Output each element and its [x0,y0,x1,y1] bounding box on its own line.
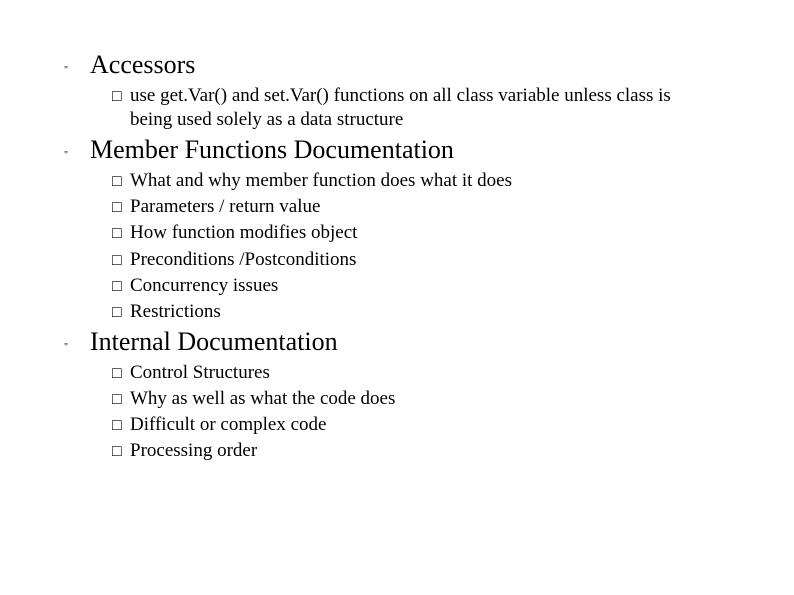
item-text: Control Structures [130,362,270,383]
section-header: " Internal Documentation [60,327,734,357]
section-title: Accessors [90,50,195,80]
item-text: Preconditions /Postconditions [130,249,356,270]
list-item: □Processing order [112,439,714,463]
item-text: Difficult or complex code [130,414,326,435]
item-text: Restrictions [130,301,221,322]
checkbox-icon: □ [112,277,130,297]
checkbox-icon: □ [112,442,130,462]
list-item: □use get.Var() and set.Var() functions o… [112,84,714,133]
section-accessors: " Accessors □use get.Var() and set.Var()… [60,50,734,133]
section-body: □What and why member function does what … [60,169,734,325]
item-text: Why as well as what the code does [130,388,395,409]
item-text: How function modifies object [130,222,357,243]
bullet-marker: " [60,332,90,353]
list-item: □Preconditions /Postconditions [112,248,714,272]
bullet-marker: " [60,140,90,161]
section-header: " Accessors [60,50,734,80]
checkbox-icon: □ [112,251,130,271]
checkbox-icon: □ [112,416,130,436]
item-text: Processing order [130,440,257,461]
checkbox-icon: □ [112,364,130,384]
checkbox-icon: □ [112,390,130,410]
checkbox-icon: □ [112,303,130,323]
list-item: □Difficult or complex code [112,413,714,437]
list-item: □Restrictions [112,300,714,324]
section-body: □use get.Var() and set.Var() functions o… [60,84,734,133]
list-item: □Why as well as what the code does [112,387,714,411]
section-internal-documentation: " Internal Documentation □Control Struct… [60,327,734,464]
item-text: use get.Var() and set.Var() functions on… [130,85,671,130]
item-text: What and why member function does what i… [130,170,512,191]
section-body: □Control Structures □Why as well as what… [60,361,734,464]
list-item: □How function modifies object [112,221,714,245]
bullet-marker: " [60,55,90,76]
section-header: " Member Functions Documentation [60,135,734,165]
checkbox-icon: □ [112,198,130,218]
checkbox-icon: □ [112,87,130,107]
section-member-functions: " Member Functions Documentation □What a… [60,135,734,325]
section-title: Internal Documentation [90,327,338,357]
item-text: Concurrency issues [130,275,278,296]
list-item: □Parameters / return value [112,195,714,219]
list-item: □What and why member function does what … [112,169,714,193]
section-title: Member Functions Documentation [90,135,454,165]
item-text: Parameters / return value [130,196,320,217]
list-item: □Control Structures [112,361,714,385]
list-item: □Concurrency issues [112,274,714,298]
checkbox-icon: □ [112,224,130,244]
checkbox-icon: □ [112,172,130,192]
